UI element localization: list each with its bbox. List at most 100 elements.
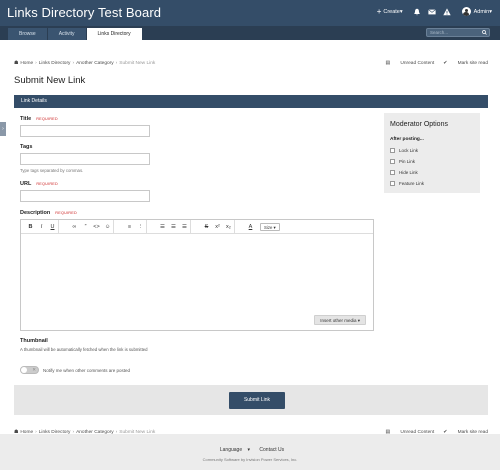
close-icon: ✕ (32, 366, 36, 372)
required-badge: REQUIRED (55, 211, 77, 215)
breadcrumb-separator: › (72, 429, 75, 435)
submit-link-button[interactable]: Submit Link (229, 392, 285, 409)
copyright[interactable]: Community Software by Invision Power Ser… (0, 457, 500, 462)
tags-label: Tags (20, 144, 33, 150)
tab-links-directory[interactable]: Links Directory (86, 28, 142, 40)
header-user-bar: + Create ▾ Admin ▾ (377, 7, 492, 16)
breadcrumb-bottom: ☗ Home › Links Directory › Another Categ… (14, 428, 488, 436)
breadcrumb-category[interactable]: Another Category (76, 61, 114, 66)
option-feature-link[interactable]: Feature Link (390, 181, 424, 186)
thumbnail-hint: A thumbnail will be automatically fetche… (20, 347, 148, 352)
breadcrumb-category[interactable]: Another Category (76, 430, 114, 435)
caret-down-icon: ▾ (399, 8, 403, 15)
breadcrumb-links-directory[interactable]: Links Directory (39, 430, 71, 435)
thumbnail-label: Thumbnail (20, 338, 48, 344)
breadcrumb-home[interactable]: Home (20, 430, 33, 435)
breadcrumb-top: ☗ Home › Links Directory › Another Categ… (14, 59, 488, 67)
unread-label: Unread Content (400, 60, 435, 66)
bold-icon[interactable]: B (25, 220, 36, 234)
unread-content-link[interactable]: ▤ Unread Content (386, 430, 435, 435)
font-size-select[interactable]: Size ▾ (260, 222, 280, 231)
tags-hint: Type tags separated by commas. (20, 168, 84, 173)
submit-area: Submit Link (14, 385, 488, 415)
breadcrumb-separator: › (72, 60, 75, 66)
breadcrumb-home[interactable]: Home (20, 61, 33, 66)
notify-toggle[interactable]: ✕ (20, 366, 39, 374)
font-size-label: Size (264, 224, 273, 230)
tab-browse[interactable]: Browse (8, 28, 47, 40)
insert-media-button[interactable]: Insert other media ▾ (314, 315, 366, 325)
section-header: Link Details (14, 95, 488, 108)
breadcrumb-actions: ▤ Unread Content ✔ Mark site read (377, 61, 489, 66)
sidebar-toggle[interactable]: › (0, 122, 6, 136)
emoji-icon[interactable]: ☺ (102, 220, 113, 234)
envelope-icon[interactable] (427, 8, 436, 16)
title-label: Title REQUIRED (20, 116, 58, 122)
quote-icon[interactable]: ” (80, 220, 91, 234)
moderator-subtitle: After posting... (390, 137, 424, 142)
editor-toolbar: B I U ∞ ” <> ☺ ≡ ⋮ ☰ ☰ ☰ S x² x₂ A Size … (21, 219, 373, 234)
bulleted-list-icon[interactable]: ≡ (124, 220, 135, 234)
nav-tabs: Browse Activity Links Directory (8, 28, 143, 40)
moderator-options-panel: Moderator Options After posting... Lock … (384, 113, 480, 193)
create-menu[interactable]: + Create ▾ (376, 6, 403, 16)
main-nav: Browse Activity Links Directory Search..… (0, 26, 500, 40)
breadcrumb-links-directory[interactable]: Links Directory (39, 61, 71, 66)
checkbox[interactable] (390, 170, 395, 175)
toolbar-divider (234, 219, 245, 234)
code-icon[interactable]: <> (91, 220, 102, 234)
align-right-icon[interactable]: ☰ (179, 220, 190, 234)
required-badge: REQUIRED (36, 117, 58, 121)
breadcrumb-current: Submit New Link (119, 60, 156, 66)
underline-icon[interactable]: U (47, 220, 58, 234)
language-label: Language (219, 447, 243, 453)
mark-read-label: Mark site read (457, 429, 488, 435)
option-hide-link[interactable]: Hide Link (390, 170, 418, 175)
url-label: URL REQUIRED (20, 181, 58, 187)
numbered-list-icon[interactable]: ⋮ (135, 220, 146, 234)
create-label: Create (383, 8, 400, 15)
moderator-title: Moderator Options (390, 121, 448, 128)
unread-content-link[interactable]: ▤ Unread Content (386, 61, 435, 66)
bell-icon[interactable] (413, 8, 421, 16)
option-pin-link[interactable]: Pin Link (390, 159, 415, 164)
breadcrumb-separator: › (115, 60, 118, 66)
search-input[interactable]: Search... (426, 28, 490, 37)
breadcrumb-separator: › (35, 60, 37, 66)
text-color-icon[interactable]: A (245, 220, 256, 234)
contact-us-link[interactable]: Contact Us (259, 447, 284, 453)
checkbox[interactable] (390, 148, 395, 153)
align-left-icon[interactable]: ☰ (157, 220, 168, 234)
search-icon[interactable] (482, 30, 487, 35)
insert-media-label: Insert other media (320, 318, 357, 323)
plus-icon: + (376, 6, 382, 16)
italic-icon[interactable]: I (36, 220, 47, 234)
align-center-icon[interactable]: ☰ (168, 220, 179, 234)
home-icon: ☗ (14, 429, 19, 435)
language-menu[interactable]: Language ▾ (216, 447, 250, 453)
tab-activity[interactable]: Activity (47, 28, 86, 40)
mark-site-read-link[interactable]: ✔ Mark site read (443, 430, 488, 435)
title-input[interactable] (20, 125, 150, 137)
checkbox[interactable] (390, 159, 395, 164)
strikethrough-icon[interactable]: S (201, 220, 212, 234)
option-label: Pin Link (399, 159, 416, 164)
option-lock-link[interactable]: Lock Link (390, 148, 418, 153)
user-name: Admin (473, 8, 490, 15)
subscript-icon[interactable]: x₂ (223, 220, 234, 234)
title-label-text: Title (20, 116, 32, 122)
mark-site-read-link[interactable]: ✔ Mark site read (443, 61, 488, 66)
subnav-bar (0, 40, 500, 54)
link-icon[interactable]: ∞ (69, 220, 80, 234)
board-title[interactable]: Links Directory Test Board (7, 5, 161, 20)
superscript-icon[interactable]: x² (212, 220, 223, 234)
description-editor[interactable]: B I U ∞ ” <> ☺ ≡ ⋮ ☰ ☰ ☰ S x² x₂ A Size … (20, 219, 374, 331)
warning-icon[interactable] (442, 7, 451, 16)
notify-label: Notify me when other comments are posted (43, 367, 131, 373)
tags-input[interactable] (20, 153, 150, 165)
user-menu[interactable]: Admin ▾ (461, 7, 492, 16)
notify-row: ✕ Notify me when other comments are post… (20, 366, 130, 374)
url-input[interactable] (20, 190, 150, 202)
checkbox[interactable] (390, 181, 395, 186)
site-header: Links Directory Test Board + Create ▾ Ad… (0, 0, 500, 26)
